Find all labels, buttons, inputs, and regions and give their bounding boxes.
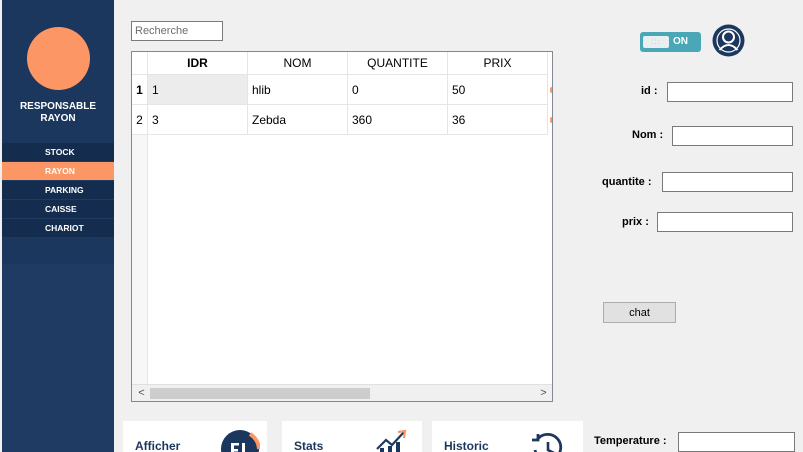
table-cell[interactable]: Zebda (248, 105, 348, 135)
historic-label: Historic (444, 439, 489, 452)
quantite-label: quantite : (602, 176, 652, 188)
prix-label: prix : (622, 216, 649, 228)
avatar (27, 27, 90, 90)
role-title: RESPONSABLE RAYON (2, 101, 114, 125)
data-grid[interactable]: IDR NOM QUANTITE PRIX 1 1 hlib 0 50 2 3 … (131, 51, 553, 402)
table-cell[interactable]: 360 (348, 105, 448, 135)
horizontal-scrollbar[interactable]: < > (132, 384, 552, 401)
temperature-label: Temperature : (594, 435, 667, 447)
toggle-label: ON (673, 36, 688, 47)
search-input[interactable] (131, 21, 223, 41)
afficher-card[interactable]: Afficher (123, 421, 267, 452)
scroll-thumb[interactable] (150, 388, 370, 399)
sidebar-item-parking[interactable]: PARKING (2, 181, 114, 200)
row-header-strip (132, 135, 148, 385)
table-cell[interactable]: hlib (248, 75, 348, 105)
row-header[interactable]: 1 (132, 75, 148, 105)
table-cell[interactable]: 0 (348, 75, 448, 105)
column-header-nom[interactable]: NOM (248, 52, 348, 75)
sidebar: RESPONSABLE RAYON STOCK RAYON PARKING CA… (2, 0, 114, 452)
grid-corner (132, 52, 148, 75)
history-icon (532, 432, 563, 452)
role-title-line1: RESPONSABLE (19, 101, 97, 112)
table-cell[interactable]: 1 (148, 75, 248, 105)
user-icon[interactable] (712, 24, 745, 57)
row-header[interactable]: 2 (132, 105, 148, 135)
chart-icon (376, 429, 407, 452)
hidden-column-edge (550, 87, 552, 93)
column-header-prix[interactable]: PRIX (448, 52, 548, 75)
sidebar-nav: STOCK RAYON PARKING CAISSE CHARIOT (2, 143, 114, 238)
scroll-right-button[interactable]: > (535, 385, 552, 401)
table-cell[interactable]: 50 (448, 75, 548, 105)
column-header-idr[interactable]: IDR (148, 52, 248, 75)
afficher-label: Afficher (135, 439, 181, 452)
sidebar-item-chariot[interactable]: CHARIOT (2, 219, 114, 238)
stats-card[interactable]: Stats (282, 421, 422, 452)
prix-field[interactable] (657, 212, 793, 232)
on-off-toggle[interactable]: ::: ON (640, 32, 701, 52)
historic-card[interactable]: Historic (432, 421, 583, 452)
table-cell[interactable]: 3 (148, 105, 248, 135)
nom-label: Nom : (632, 129, 664, 141)
toggle-knob: ::: (643, 36, 669, 48)
sidebar-panel: RESPONSABLE RAYON STOCK RAYON PARKING CA… (2, 0, 114, 264)
column-header-quantite[interactable]: QUANTITE (348, 52, 448, 75)
nom-field[interactable] (672, 126, 793, 146)
role-title-line2: RAYON (40, 113, 76, 124)
id-field[interactable] (667, 82, 793, 102)
quantite-field[interactable] (662, 172, 793, 192)
grid-header: IDR NOM QUANTITE PRIX (132, 52, 552, 75)
hidden-column-edge (550, 117, 552, 123)
sidebar-item-caisse[interactable]: CAISSE (2, 200, 114, 219)
temperature-field[interactable] (678, 432, 795, 452)
id-label: id : (641, 85, 658, 97)
sidebar-item-rayon[interactable]: RAYON (2, 162, 114, 181)
stats-label: Stats (294, 439, 324, 452)
list-icon (221, 430, 260, 452)
scroll-left-button[interactable]: < (133, 385, 150, 401)
sidebar-item-stock[interactable]: STOCK (2, 143, 114, 162)
chat-button[interactable]: chat (603, 302, 676, 323)
table-cell[interactable]: 36 (448, 105, 548, 135)
